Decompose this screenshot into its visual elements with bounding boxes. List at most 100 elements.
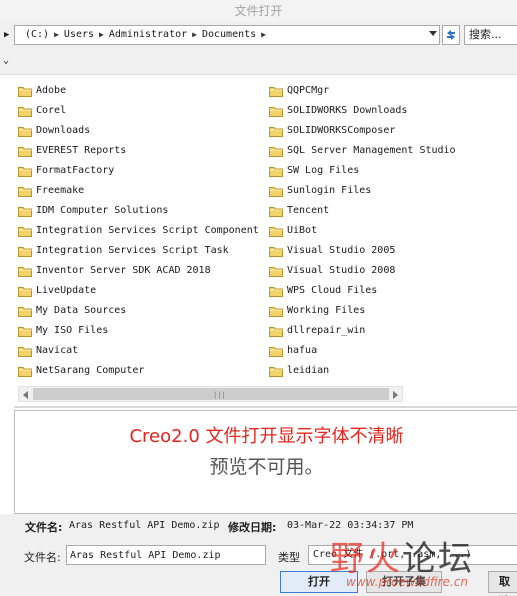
file-name: SQL Server Management Studio [287,145,456,156]
info-filename-label: 文件名: [25,521,63,534]
folder-icon [18,326,32,337]
file-list-item[interactable]: Downloads [18,121,259,141]
file-list-item[interactable]: hafua [269,341,456,361]
folder-icon [269,306,283,317]
file-list-item[interactable]: Sunlogin Files [269,181,456,201]
open-subset-button[interactable]: 打开子集 [366,571,442,593]
file-list-item[interactable]: Freemake [18,181,259,201]
file-list-item[interactable]: Corel [18,101,259,121]
file-list-item[interactable]: WPS Cloud Files [269,281,456,301]
file-name: IDM Computer Solutions [36,205,169,216]
chevron-right-icon[interactable]: ▶ [192,26,197,44]
folder-icon [269,286,283,297]
file-list-item[interactable]: Adobe [18,81,259,101]
file-name: Integration Services Script Component [36,225,259,236]
scroll-left-icon[interactable] [23,391,28,399]
refresh-icon [447,30,455,40]
file-list-item[interactable]: My Data Sources [18,301,259,321]
folder-icon [18,146,32,157]
file-name: EVEREST Reports [36,145,127,156]
chevron-right-icon[interactable]: ▶ [99,26,104,44]
folder-icon [269,186,283,197]
breadcrumb: (C:) ▶ Users ▶ Administrator ▶ Documents ▶ [25,26,271,44]
file-list-item[interactable]: Integration Services Script Component [18,221,259,241]
file-list-item[interactable]: NetSarang Computer [18,361,259,381]
grip-icon: ||| [213,391,226,399]
file-type-select[interactable]: Creo 文件 (.prt, .asm, ...) [308,545,517,565]
file-list-item[interactable]: Visual Studio 2008 [269,261,456,281]
file-list-item[interactable]: Integration Services Script Task [18,241,259,261]
folder-icon [18,126,32,137]
file-name: Freemake [36,185,85,196]
file-list-item[interactable]: SOLIDWORKSComposer [269,121,456,141]
file-list-item[interactable]: Visual Studio 2005 [269,241,456,261]
folder-icon [18,266,32,277]
file-column-left: Adobe Corel Downloads EVEREST Reports Format… [18,81,259,381]
file-list-item[interactable]: UiBot [269,221,456,241]
chevron-right-icon[interactable]: ▶ [261,26,266,44]
file-list-item[interactable]: dllrepair_win [269,321,456,341]
file-list-item[interactable]: LiveUpdate [18,281,259,301]
breadcrumb-users[interactable]: Users [64,26,94,44]
splitter[interactable] [14,406,517,408]
file-list-item[interactable]: Inventor Server SDK ACAD 2018 [18,261,259,281]
folder-icon [18,186,32,197]
breadcrumb-drive[interactable]: (C:) [25,26,49,44]
file-type-label: 类型 [278,551,300,564]
file-name: QQPCMgr [287,85,330,96]
address-bar-row: ▶ (C:) ▶ Users ▶ Administrator ▶ Documents ▶ 搜索… [0,22,517,48]
folder-icon [269,206,283,217]
folder-icon [18,226,32,237]
file-name: Adobe [36,85,67,96]
search-input[interactable]: 搜索... [464,25,517,45]
file-list-item[interactable]: SQL Server Management Studio [269,141,456,161]
folder-icon [269,166,283,177]
file-name: SW Log Files [287,165,360,176]
file-list-item[interactable]: IDM Computer Solutions [18,201,259,221]
file-name: LiveUpdate [36,285,97,296]
file-name: My ISO Files [36,325,109,336]
file-list-item[interactable]: Working Files [269,301,456,321]
address-dropdown-icon[interactable] [429,31,437,36]
scroll-right-icon[interactable] [393,391,398,399]
file-name: SOLIDWORKSComposer [287,125,396,136]
folder-icon [269,246,283,257]
file-name: Visual Studio 2005 [287,245,396,256]
folder-icon [269,106,283,117]
file-name: Navicat [36,345,79,356]
preview-unavailable-text: 预览不可用。 [209,456,324,478]
file-name: UiBot [287,225,318,236]
file-list-item[interactable]: EVEREST Reports [18,141,259,161]
cancel-button[interactable]: 取消 [488,571,517,596]
folder-icon [269,266,283,277]
chevron-down-icon[interactable]: ⌄ [3,55,9,66]
file-list-item[interactable]: leidian [269,361,456,381]
file-name: My Data Sources [36,305,127,316]
horizontal-scrollbar[interactable]: ||| [18,386,403,402]
folder-icon [18,206,32,217]
breadcrumb-administrator[interactable]: Administrator [109,26,187,44]
file-name: Working Files [287,305,366,316]
file-list-item[interactable]: My ISO Files [18,321,259,341]
file-list-item[interactable]: QQPCMgr [269,81,456,101]
file-list-item[interactable]: Navicat [18,341,259,361]
button-row: 打开 打开子集 取消 [0,570,517,596]
file-name: Sunlogin Files [287,185,372,196]
breadcrumb-documents[interactable]: Documents [202,26,256,44]
folder-icon [18,306,32,317]
file-list-item[interactable]: SW Log Files [269,161,456,181]
scrollbar-thumb[interactable]: ||| [33,388,389,400]
filename-input[interactable] [66,545,266,565]
preview-pane: Creo2.0 文件打开显示字体不清晰 预览不可用。 [14,410,517,514]
open-button[interactable]: 打开 [280,571,358,593]
back-chevron-icon[interactable]: ▶ [4,29,12,41]
address-bar[interactable]: (C:) ▶ Users ▶ Administrator ▶ Documents ▶ [14,25,440,45]
chevron-right-icon[interactable]: ▶ [54,26,59,44]
file-list-item[interactable]: FormatFactory [18,161,259,181]
info-modified-value: 03-Mar-22 03:34:37 PM [287,520,414,531]
file-list-item[interactable]: SOLIDWORKS Downloads [269,101,456,121]
window-title: 文件打开 [0,0,517,22]
toolbar: ⌄ [0,48,517,75]
file-list-item[interactable]: Tencent [269,201,456,221]
refresh-button[interactable] [442,25,460,45]
